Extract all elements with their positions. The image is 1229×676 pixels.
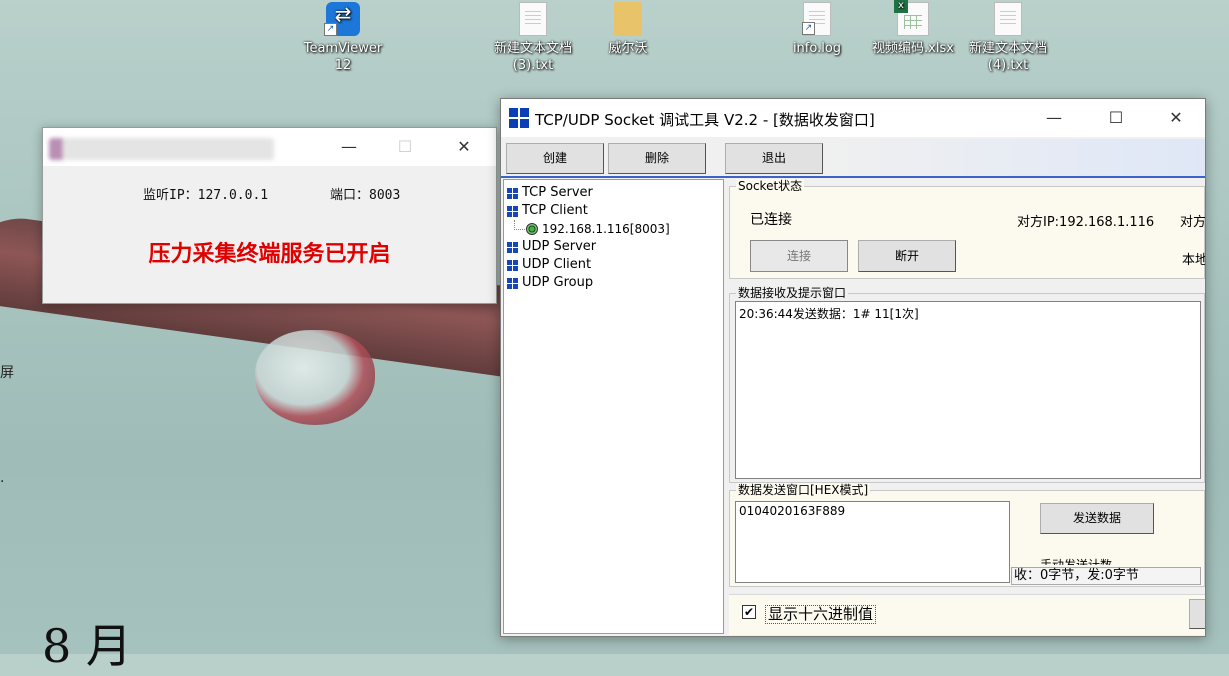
teamviewer-icon: ↗ — [324, 2, 360, 36]
log-file-icon: ↗ — [802, 2, 831, 36]
close-button[interactable]: ✕ — [441, 128, 487, 166]
grid-node-icon — [507, 242, 518, 253]
shortcut-arrow-icon: ↗ — [802, 22, 815, 35]
desktop-icon-label: info.log — [792, 41, 842, 56]
desktop-icon-txt-4[interactable]: 新建文本文档 (4).txt — [958, 2, 1058, 74]
hex-display-label[interactable]: 显示十六进制值 — [765, 605, 877, 624]
grid-node-icon — [507, 278, 518, 289]
minimize-button[interactable]: — — [326, 128, 372, 166]
tree-item-label: UDP Group — [522, 275, 594, 290]
excel-file-icon — [894, 0, 929, 36]
socket-tool-window: TCP/UDP Socket 调试工具 V2.2 - [数据收发窗口] — ☐ … — [500, 98, 1206, 637]
group-title: 数据发送窗口[HEX模式] — [736, 483, 871, 497]
clipped-button[interactable] — [1189, 599, 1205, 629]
toolbar: 创建 删除 退出 — [501, 139, 1205, 178]
close-button[interactable]: ✕ — [1153, 99, 1199, 137]
desktop-edge-text-2: . — [0, 470, 5, 486]
socket-status-group: Socket状态 已连接 对方IP:192.168.1.116 对方 本地 连接… — [729, 179, 1206, 279]
port-label: 端口：8003 — [330, 188, 401, 203]
desktop-icon-label: 新建文本文档 (3).txt — [493, 41, 572, 73]
connection-state-label: 已连接 — [750, 212, 792, 228]
delete-button[interactable]: 删除 — [608, 143, 706, 174]
receive-log-area[interactable]: 20:36:44发送数据：1# 11[1次] — [735, 301, 1201, 479]
send-data-button[interactable]: 发送数据 — [1040, 503, 1154, 534]
send-group: 数据发送窗口[HEX模式] 0104020163F889 发送数据 手动发送计数… — [729, 483, 1205, 587]
tree-item-udp-client[interactable]: UDP Client — [504, 256, 723, 274]
minimize-button[interactable]: — — [1031, 99, 1077, 137]
desktop-date-widget: 8 月 — [42, 619, 132, 673]
connection-tree: TCP Server TCP Client 192.168.1.116[8003… — [503, 179, 724, 634]
create-button[interactable]: 创建 — [506, 143, 604, 174]
connected-status-icon — [526, 223, 538, 235]
grid-node-icon — [507, 260, 518, 271]
desktop-icon-teamviewer[interactable]: ↗ TeamViewer 12 — [293, 2, 393, 74]
hex-display-checkbox[interactable]: ✔ — [742, 605, 756, 619]
exit-button[interactable]: 退出 — [725, 143, 823, 174]
tree-item-tcp-client[interactable]: TCP Client — [504, 202, 723, 220]
server-window: — ☐ ✕ 监听IP：127.0.0.1 端口：8003 压力采集终端服务已开启 — [42, 127, 497, 304]
log-line: 20:36:44发送数据：1# 11[1次] — [739, 307, 919, 321]
tree-item-label: 192.168.1.116[8003] — [542, 222, 670, 236]
disconnect-button[interactable]: 断开 — [858, 240, 956, 272]
tree-item-label: TCP Client — [522, 203, 588, 218]
folder-icon — [614, 2, 642, 36]
maximize-button: ☐ — [397, 137, 413, 156]
server-window-titlebar[interactable]: — ☐ ✕ — [43, 128, 496, 166]
group-title: 数据接收及提示窗口 — [736, 286, 849, 300]
receive-group: 数据接收及提示窗口 20:36:44发送数据：1# 11[1次] — [729, 286, 1205, 483]
options-bar: ✔ 显示十六进制值 — [729, 594, 1205, 635]
listen-ip-label: 监听IP：127.0.0.1 — [143, 188, 269, 203]
desktop-edge-text: 屏 — [0, 365, 14, 381]
tree-item-label: TCP Server — [522, 185, 593, 200]
desktop-icon-info-log[interactable]: ↗ info.log — [767, 2, 867, 57]
desktop-icon-xlsx[interactable]: 视频编码.xlsx — [863, 0, 963, 57]
wallpaper-droplet — [255, 330, 375, 425]
desktop-icon-folder[interactable]: 威尔沃 — [578, 2, 678, 57]
desktop-icon-label: 视频编码.xlsx — [872, 41, 954, 56]
grid-node-icon — [507, 206, 518, 217]
local-label-clipped: 本地 — [1182, 253, 1206, 268]
maximize-button[interactable]: ☐ — [1093, 99, 1139, 137]
tree-item-label: UDP Server — [522, 239, 597, 254]
app-grid-icon — [509, 108, 529, 128]
tree-item-udp-group[interactable]: UDP Group — [504, 274, 723, 292]
server-status-text: 压力采集终端服务已开启 — [148, 242, 391, 267]
tree-item-label: UDP Client — [522, 257, 592, 272]
desktop-icon-txt-3[interactable]: 新建文本文档 (3).txt — [483, 2, 583, 74]
group-title: Socket状态 — [736, 179, 805, 193]
tree-item-udp-server[interactable]: UDP Server — [504, 238, 723, 256]
shortcut-arrow-icon: ↗ — [324, 23, 337, 36]
desktop-icon-label: 威尔沃 — [608, 41, 648, 56]
tool-window-titlebar[interactable]: TCP/UDP Socket 调试工具 V2.2 - [数据收发窗口] — ☐ … — [501, 99, 1205, 137]
tree-item-tcp-server[interactable]: TCP Server — [504, 184, 723, 202]
blurred-window-title — [49, 138, 274, 160]
grid-node-icon — [507, 188, 518, 199]
tree-item-connection[interactable]: 192.168.1.116[8003] — [504, 220, 723, 238]
text-file-icon — [519, 2, 547, 36]
connect-button: 连接 — [750, 240, 848, 272]
byte-counter: 收：0字节，发:0字节 — [1011, 567, 1201, 585]
desktop-icon-label: 新建文本文档 (4).txt — [968, 41, 1047, 73]
peer-port-label-clipped: 对方 — [1180, 215, 1206, 230]
text-file-icon — [994, 2, 1022, 36]
peer-ip-label: 对方IP:192.168.1.116 — [1017, 215, 1155, 230]
send-count-label-clipped: 手动发送计数 — [1040, 558, 1113, 565]
window-title: TCP/UDP Socket 调试工具 V2.2 - [数据收发窗口] — [535, 111, 875, 129]
desktop-icon-label: TeamViewer 12 — [303, 41, 383, 73]
send-data-input[interactable]: 0104020163F889 — [735, 501, 1010, 583]
